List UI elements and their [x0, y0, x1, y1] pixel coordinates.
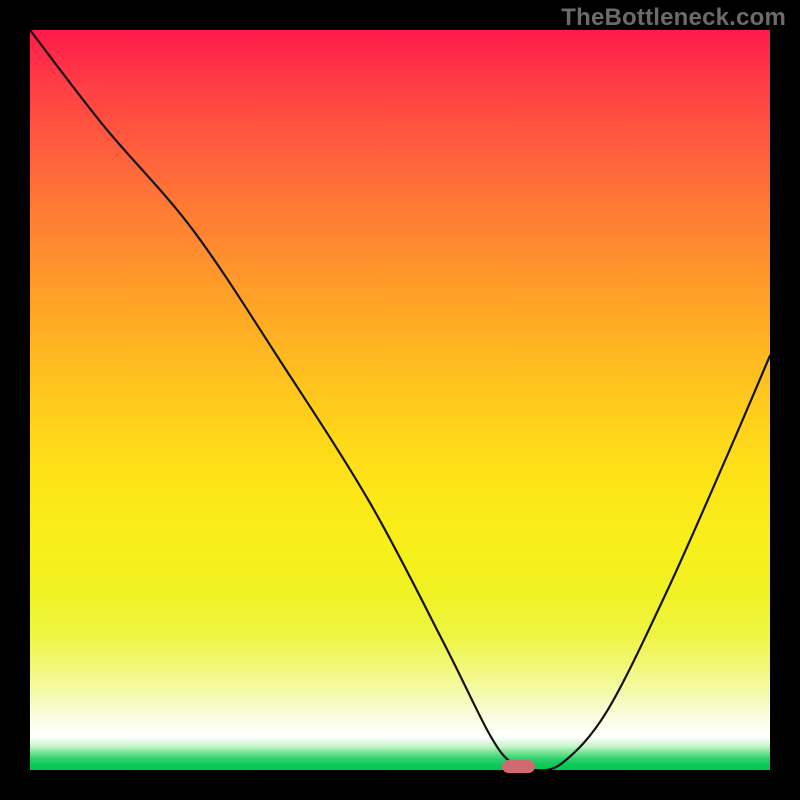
plot-area: [30, 30, 770, 770]
chart-frame: TheBottleneck.com: [0, 0, 800, 800]
bottleneck-curve: [30, 30, 770, 770]
optimal-marker: [502, 760, 535, 773]
curve-path: [30, 30, 770, 770]
watermark-text: TheBottleneck.com: [561, 4, 786, 32]
